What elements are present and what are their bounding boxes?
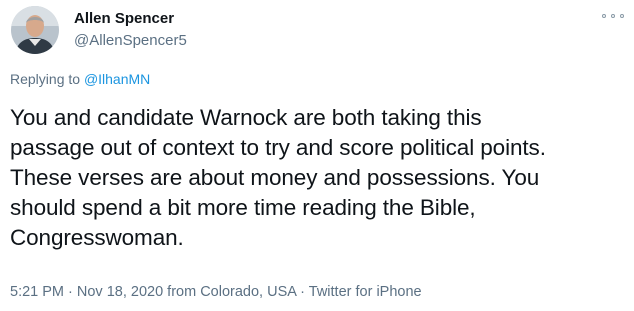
author-name[interactable]: Allen Spencer [74,10,174,28]
tweet-text-line: passage out of context to try and score … [10,135,546,160]
avatar[interactable] [11,6,59,54]
dot-icon [602,14,606,18]
tweet-text-line: These verses are about money and possess… [10,165,540,190]
tweet-date[interactable]: Nov 18, 2020 [77,284,163,300]
author-handle[interactable]: @AllenSpencer5 [74,32,187,50]
tweet-text-line: Congresswoman. [10,225,184,250]
replying-to: Replying to @IlhanMN [10,70,150,88]
tweet-text: You and candidate Warnock are both takin… [10,103,624,253]
replying-to-label: Replying to [10,71,84,87]
tweet-text-line: should spend a bit more time reading the… [10,195,476,220]
tweet-time[interactable]: 5:21 PM [10,284,64,300]
dot-icon [611,14,615,18]
tweet-text-line: You and candidate Warnock are both takin… [10,105,482,130]
meta-separator: · [296,284,309,300]
tweet-card: Allen Spencer @AllenSpencer5 Replying to… [0,0,634,311]
tweet-meta: 5:21 PM · Nov 18, 2020 from Colorado, US… [10,283,422,301]
meta-separator: · [64,284,77,300]
tweet-location: from Colorado, USA [163,284,297,300]
dot-icon [620,14,624,18]
reply-mention-link[interactable]: @IlhanMN [84,71,150,87]
tweet-source[interactable]: Twitter for iPhone [309,284,422,300]
more-options-icon[interactable] [602,10,624,22]
